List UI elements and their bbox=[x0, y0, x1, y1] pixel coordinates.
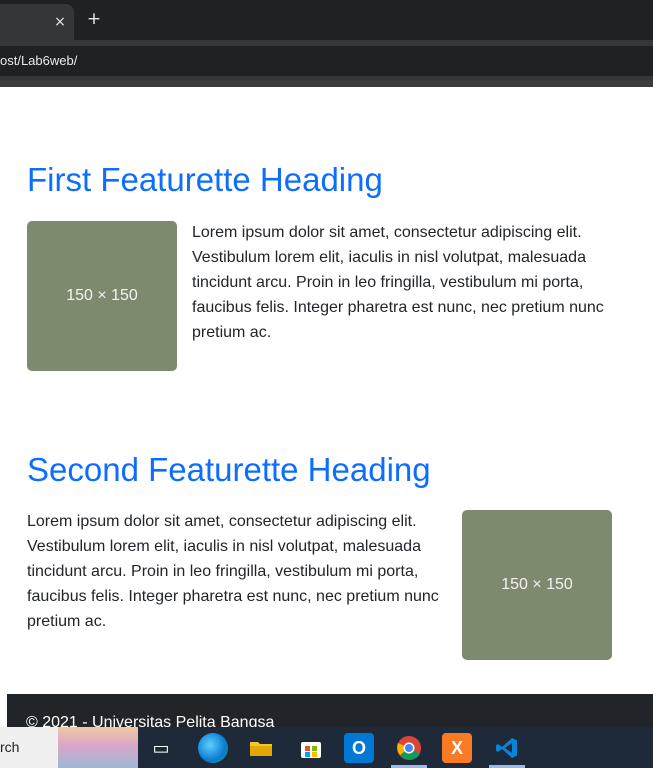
footer-text: © 2021 - Universitas Pelita Bangsa bbox=[26, 714, 275, 727]
chrome-icon[interactable] bbox=[394, 733, 424, 763]
store-icon[interactable] bbox=[296, 733, 326, 763]
featurette-text-2: Lorem ipsum dolor sit amet, consectetur … bbox=[27, 513, 439, 630]
toolbar-divider bbox=[0, 80, 653, 87]
page-viewport: First Featurette Heading 150 × 150 Lorem… bbox=[0, 87, 653, 727]
featurette-heading-1: First Featurette Heading bbox=[27, 161, 383, 198]
taskbar-search[interactable]: rch bbox=[0, 727, 60, 768]
edge-icon[interactable] bbox=[198, 733, 228, 763]
featurette-heading-2: Second Featurette Heading bbox=[27, 451, 431, 488]
browser-tab[interactable]: × bbox=[0, 4, 74, 40]
placeholder-image-1: 150 × 150 bbox=[27, 221, 177, 371]
page-footer: © 2021 - Universitas Pelita Bangsa bbox=[7, 694, 653, 727]
task-view-icon[interactable]: ▭ bbox=[146, 733, 176, 763]
xampp-icon[interactable]: X bbox=[442, 733, 472, 763]
placeholder-image-2: 150 × 150 bbox=[462, 510, 612, 660]
outlook-icon[interactable]: O bbox=[344, 733, 374, 763]
taskbar-search-text[interactable]: rch bbox=[0, 739, 19, 755]
new-tab-icon[interactable]: + bbox=[85, 10, 103, 28]
windows-taskbar: rch ▭ O X bbox=[0, 727, 653, 768]
placeholder-label-2: 150 × 150 bbox=[501, 576, 573, 593]
file-explorer-icon[interactable] bbox=[246, 733, 276, 763]
browser-tab-bar: × + bbox=[0, 0, 653, 40]
browser-toolbar: ost/Lab6web/ bbox=[0, 40, 653, 80]
placeholder-label-1: 150 × 150 bbox=[66, 287, 138, 304]
search-highlight-image bbox=[58, 727, 138, 768]
close-tab-icon[interactable]: × bbox=[52, 14, 68, 30]
address-url[interactable]: ost/Lab6web/ bbox=[0, 53, 77, 68]
featurette-text-1: Lorem ipsum dolor sit amet, consectetur … bbox=[192, 224, 604, 341]
address-bar[interactable]: ost/Lab6web/ bbox=[0, 46, 653, 76]
vscode-icon[interactable] bbox=[492, 733, 522, 763]
